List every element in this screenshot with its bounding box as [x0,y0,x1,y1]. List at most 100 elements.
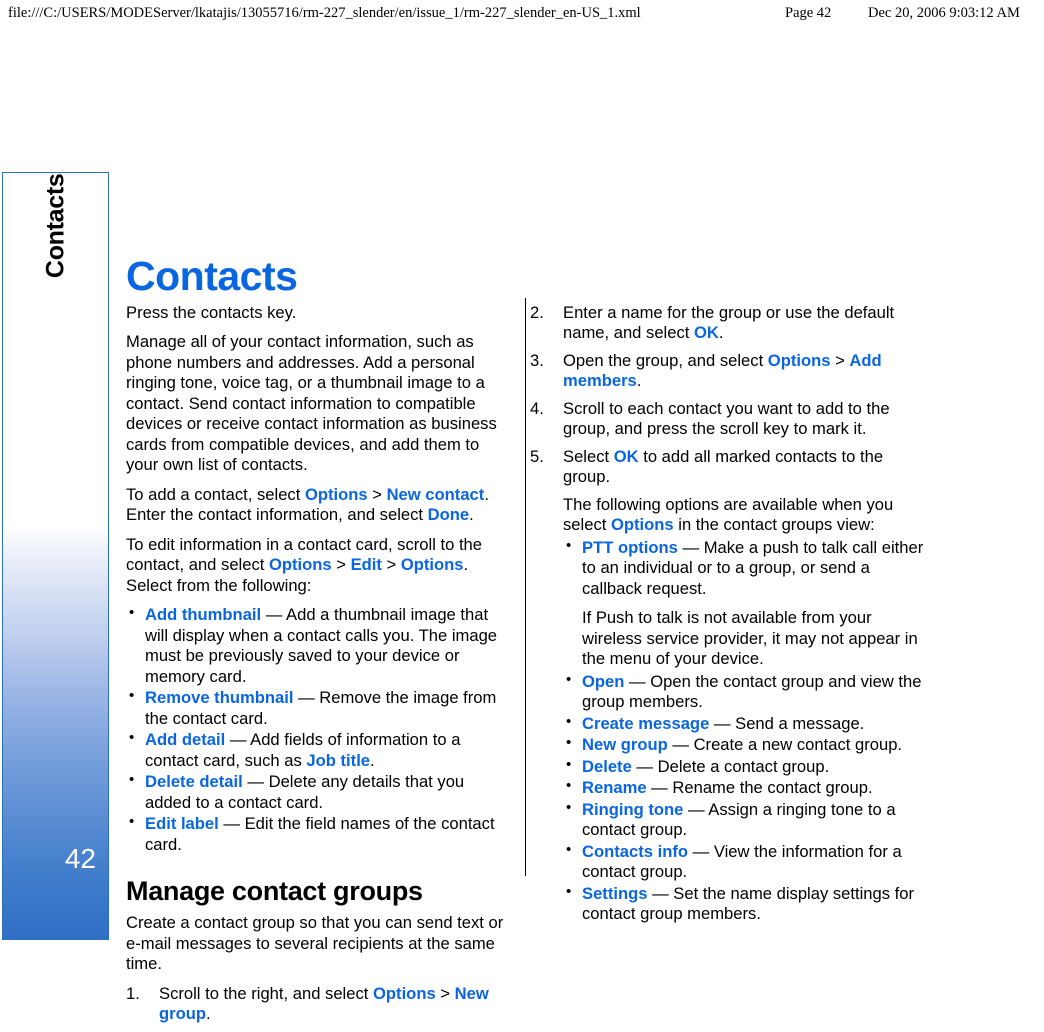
header-timestamp: Dec 20, 2006 9:03:12 AM [868,4,1020,21]
option-dash: — [677,537,704,557]
ui-term-job-title: Job title [306,750,371,770]
column-divider [525,298,526,876]
step-number: 5. [530,446,544,466]
option-term: Ringing tone [582,799,684,819]
list-item: Create message — Send a message. [563,713,930,734]
ui-term-edit: Edit [350,555,382,575]
list-item: Edit label — Edit the field names of the… [126,813,512,855]
ui-separator-5: > [830,350,850,370]
section-heading-manage-contact-groups: Manage contact groups [126,876,423,907]
edit-intro-paragraph: To edit information in a contact card, s… [126,535,512,596]
option-dash: — [683,799,709,819]
group-options-list: PTT options — Make a push to talk call e… [563,537,930,925]
option-term: Delete [582,756,632,776]
list-item: Remove thumbnail — Remove the image from… [126,687,512,729]
list-item: Settings — Set the name display settings… [563,883,930,925]
option-dash: — [688,841,714,861]
step-number: 3. [530,350,544,370]
option-term: Settings [582,883,648,903]
option-description-tail: . [370,750,375,770]
add-contact-text-3: . [469,505,474,525]
option-term: Remove thumbnail [145,688,294,708]
step-text-1: Enter a name for the group or use the de… [563,303,895,343]
option-dash: — [631,756,658,776]
right-column: 2. Enter a name for the group or use the … [530,303,930,932]
option-dash: — [261,605,287,625]
ptt-availability-note: If Push to talk is not available from yo… [582,608,918,669]
overview-paragraph: Manage all of your contact information, … [126,332,497,475]
step-text-1: Scroll to the right, and select [159,983,373,1003]
page-title: Contacts [126,253,298,300]
list-item: Contacts info — View the information for… [563,841,930,883]
group-steps-list-right: 2. Enter a name for the group or use the … [530,303,930,925]
chapter-tab-label: Contacts [41,173,70,279]
option-dash: — [624,671,651,691]
list-item: Delete — Delete a contact group. [563,756,930,777]
list-item: New group — Create a new contact group. [563,734,930,755]
ui-term-new-contact: New contact [386,484,485,504]
step-text-1: Select [563,446,614,466]
step-number: 4. [530,398,544,418]
list-item: 2. Enter a name for the group or use the … [530,303,930,344]
header-page-label: Page 42 [785,4,832,21]
option-dash: — [646,778,673,798]
add-contact-paragraph: To add a contact, select Options > New c… [126,485,512,526]
edit-options-list: Add thumbnail — Add a thumbnail image th… [126,604,512,855]
ui-separator-2: > [331,555,351,575]
list-item: 3. Open the group, and select Options > A… [530,351,930,392]
option-term: Add thumbnail [145,605,262,625]
list-item: Rename — Rename the contact group. [563,777,930,798]
option-dash: — [709,713,736,733]
option-dash: — [218,814,245,834]
option-term: PTT options [582,537,678,557]
step-text-2: . [206,1004,211,1024]
add-contact-text-1: To add a contact, select [126,484,305,504]
ui-term-options-6: Options [610,515,674,535]
ui-separator-3: > [381,555,401,575]
step-text-1: Scroll to each contact you want to add t… [563,398,890,439]
option-term: Delete detail [145,772,243,792]
option-term: Contacts info [582,841,689,861]
step-text-2: . [636,371,642,391]
ui-term-options-5: Options [767,350,831,370]
option-dash: — [667,735,694,755]
list-item: Ringing tone — Assign a ringing tone to … [563,799,930,841]
option-description: Send a message. [735,713,865,733]
page-number: 42 [64,843,96,874]
list-item: 4. Scroll to each contact you want to add… [530,399,930,440]
option-term: Create message [582,713,710,733]
group-steps-list-left: 1. Scroll to the right, and select Option… [126,984,512,1025]
option-dash: — [647,883,674,903]
option-term: Open [582,671,625,691]
chapter-side-tab: Contacts 42 [2,172,109,940]
option-dash: — [242,772,269,792]
step-text-2: . [718,323,724,343]
list-item: Open — Open the contact group and view t… [563,671,930,713]
list-item: 1. Scroll to the right, and select Option… [126,984,512,1025]
option-description: Create a new contact group. [693,735,903,755]
list-item: Delete detail — Delete any details that … [126,771,512,813]
ui-term-ok-2: OK [613,446,639,466]
option-dash: — [225,730,251,750]
option-description: Delete a contact group. [657,756,830,776]
step-number: 1. [126,983,140,1003]
list-item: Add detail — Add fields of information t… [126,729,512,771]
step-number: 2. [530,303,544,322]
ui-term-options-4: Options [373,983,436,1003]
ui-term-options-2: Options [268,555,332,575]
ui-separator-4: > [435,983,455,1003]
ui-term-options-3: Options [400,555,464,575]
options-intro-text-2: in the contact groups view: [673,515,875,535]
ui-separator: > [367,484,387,504]
option-term: New group [582,735,668,755]
ui-term-ok: OK [693,323,719,343]
option-description: Rename the contact group. [672,778,873,798]
ui-term-done: Done [427,505,470,525]
source-url: file:///C:/USERS/MODEServer/lkatajis/130… [8,4,641,21]
option-term: Rename [582,778,647,798]
step-text-1: Open the group, and select [563,350,768,370]
ui-term-options: Options [304,484,368,504]
groups-intro-paragraph: Create a contact group so that you can s… [126,913,504,974]
print-header: file:///C:/USERS/MODEServer/lkatajis/130… [0,0,1044,26]
list-item: 5. Select OK to add all marked contacts t… [530,447,930,925]
